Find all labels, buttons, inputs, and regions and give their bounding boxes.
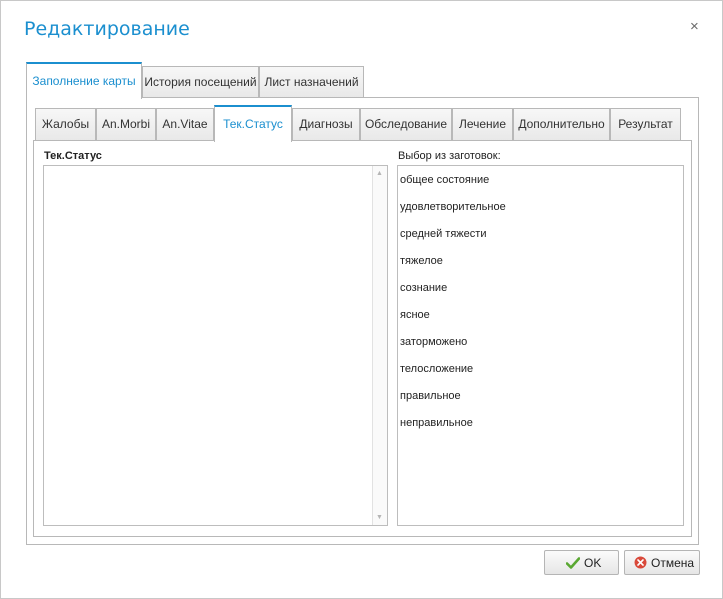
tab-anamnesis-vitae[interactable]: An.Vitae [156, 108, 214, 141]
tab-current-status[interactable]: Тек.Статус [214, 105, 292, 142]
list-item[interactable]: ясное [400, 305, 430, 325]
cancel-button-label: Отмена [651, 555, 695, 570]
current-status-panel: Тек.Статус Выбор из заготовок: ▲ ▼ общее… [33, 140, 692, 537]
dialog-title: Редактирование [24, 18, 190, 40]
tab-result[interactable]: Результат [610, 108, 681, 141]
tab-diagnoses[interactable]: Диагнозы [292, 108, 360, 141]
cancel-icon [634, 556, 647, 569]
close-icon[interactable]: × [690, 19, 702, 34]
textarea-scrollbar[interactable]: ▲ ▼ [372, 166, 387, 525]
status-field-label: Тек.Статус [44, 150, 102, 162]
tab-examination[interactable]: Обследование [360, 108, 452, 141]
list-item[interactable]: телосложение [400, 359, 473, 379]
tab-prescriptions[interactable]: Лист назначений [259, 66, 364, 98]
ok-button-label: OK [584, 555, 602, 570]
tab-treatment[interactable]: Лечение [452, 108, 513, 141]
tab-anamnesis-morbi[interactable]: An.Morbi [96, 108, 156, 141]
status-textarea[interactable]: ▲ ▼ [43, 165, 388, 526]
tab-card-filling[interactable]: Заполнение карты [26, 62, 142, 99]
list-item[interactable]: неправильное [400, 413, 473, 433]
card-filling-panel: Жалобы An.Morbi An.Vitae Тек.Статус Диаг… [26, 97, 699, 545]
templates-label: Выбор из заготовок: [398, 150, 501, 162]
list-item[interactable]: тяжелое [400, 251, 443, 271]
checkmark-icon [566, 556, 580, 569]
list-item[interactable]: общее состояние [400, 170, 489, 190]
scroll-up-icon[interactable]: ▲ [376, 170, 383, 177]
templates-list: общее состояние удовлетворительное средн… [397, 165, 684, 526]
cancel-button[interactable]: Отмена [624, 550, 700, 575]
list-item[interactable]: удовлетворительное [400, 197, 506, 217]
scroll-down-icon[interactable]: ▼ [376, 514, 383, 521]
list-item[interactable]: заторможено [400, 332, 467, 352]
tab-additional[interactable]: Дополнительно [513, 108, 610, 141]
tab-visit-history[interactable]: История посещений [142, 66, 259, 98]
list-item[interactable]: сознание [400, 278, 447, 298]
list-item[interactable]: средней тяжести [400, 224, 486, 244]
tab-complaints[interactable]: Жалобы [35, 108, 96, 141]
list-item[interactable]: правильное [400, 386, 461, 406]
edit-dialog: Редактирование × Заполнение карты Истори… [0, 0, 723, 599]
ok-button[interactable]: OK [544, 550, 619, 575]
